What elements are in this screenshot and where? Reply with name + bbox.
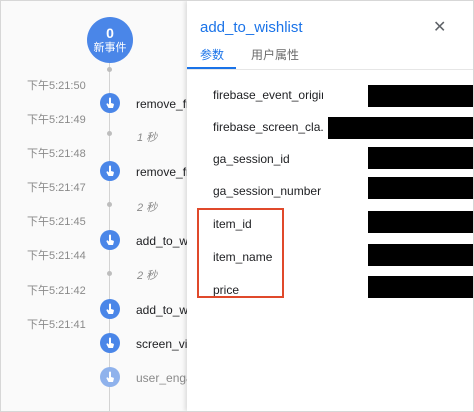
event-touch-icon[interactable] [100, 93, 120, 113]
timestamp: 下午5:21:41 [27, 319, 86, 331]
event-touch-icon[interactable] [100, 367, 120, 387]
timestamp: 下午5:21:44 [27, 250, 86, 262]
param-key[interactable]: ga_session_id [213, 152, 323, 166]
time-gap-label: 2 秒 [137, 270, 158, 282]
event-item[interactable]: screen_vie [136, 337, 187, 351]
event-item[interactable]: remove_fr [136, 165, 187, 179]
new-events-label: 新事件 [93, 42, 127, 54]
timestamp: 下午5:21:42 [27, 285, 86, 297]
event-touch-icon[interactable] [100, 299, 120, 319]
redacted-value [368, 276, 473, 298]
event-item[interactable]: add_to_wi [136, 234, 187, 248]
tab-divider [187, 69, 473, 70]
timestamp: 下午5:21:48 [27, 148, 86, 160]
timestamp: 下午5:21:45 [27, 216, 86, 228]
event-item[interactable]: add_to_wi [136, 303, 187, 317]
time-gap-label: 2 秒 [137, 202, 158, 214]
timeline-dot [107, 202, 112, 207]
timestamp: 下午5:21:49 [27, 114, 86, 126]
new-events-count: 0 [106, 25, 114, 41]
redacted-value [328, 117, 473, 139]
new-events-counter[interactable]: 0 新事件 [87, 17, 133, 63]
timeline-dot [107, 67, 112, 72]
debugview-frame: 0 新事件 下午5:21:50 下午5:21:49 下午5:21:48 下午5:… [0, 0, 474, 412]
event-touch-icon[interactable] [100, 230, 120, 250]
timestamp: 下午5:21:47 [27, 182, 86, 194]
event-touch-icon[interactable] [100, 161, 120, 181]
param-key[interactable]: firebase_screen_cla... [213, 120, 323, 134]
param-key[interactable]: firebase_event_origin [213, 88, 323, 102]
event-touch-icon[interactable] [100, 333, 120, 353]
tab-user-properties[interactable]: 用户属性 [251, 46, 299, 63]
panel-title: add_to_wishlist [200, 19, 303, 36]
redacted-value [368, 85, 473, 107]
highlight-box [197, 208, 284, 298]
event-details-panel: add_to_wishlist ✕ 参数 用户属性 firebase_event… [187, 1, 473, 411]
time-gap-label: 1 秒 [137, 132, 158, 144]
redacted-value [368, 177, 473, 199]
param-key[interactable]: ga_session_number [213, 184, 323, 198]
event-item[interactable]: user_enga [136, 371, 187, 385]
redacted-value [368, 147, 473, 169]
timeline-dot [107, 131, 112, 136]
tab-parameters[interactable]: 参数 [200, 46, 224, 63]
redacted-value [368, 211, 473, 233]
event-item[interactable]: remove_fr [136, 97, 187, 111]
close-icon[interactable]: ✕ [433, 17, 446, 37]
event-timeline: 0 新事件 下午5:21:50 下午5:21:49 下午5:21:48 下午5:… [1, 1, 187, 411]
timestamp: 下午5:21:50 [27, 80, 86, 92]
redacted-value [368, 244, 473, 266]
timeline-dot [107, 271, 112, 276]
